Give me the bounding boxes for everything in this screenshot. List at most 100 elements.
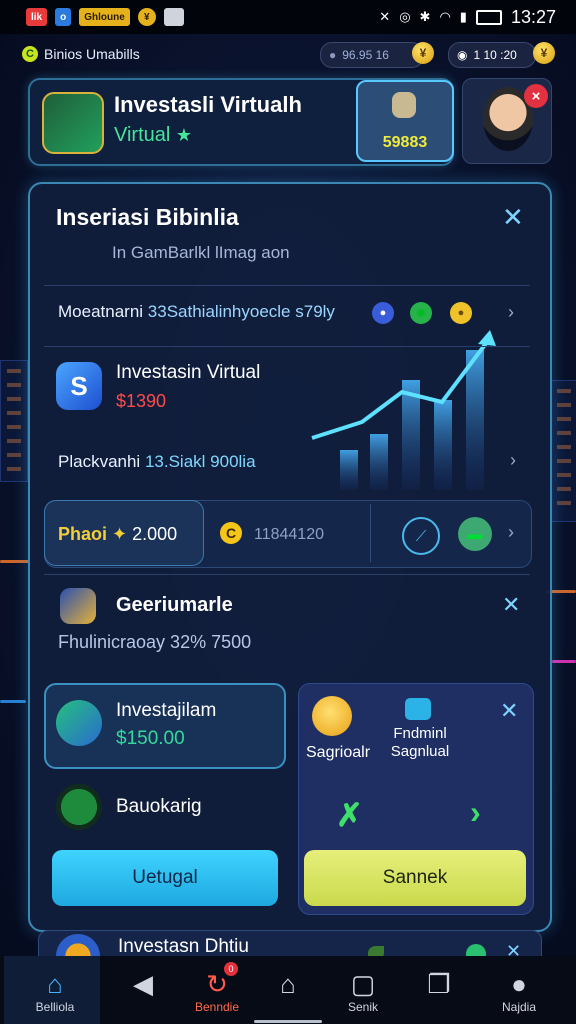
close-icon[interactable]: ✕ <box>502 594 520 616</box>
chart-bar <box>340 450 358 490</box>
home-indicator <box>254 1020 322 1023</box>
home-icon: ⌂ <box>47 968 63 999</box>
tab-phaoi-label: Phaoi ✦ 2.000 <box>58 524 177 545</box>
coin-icon: ● <box>450 302 472 324</box>
pin-icon: ✦ <box>112 524 128 544</box>
chart-bar <box>466 350 484 490</box>
panel-title: Inseriasi Bibinlia <box>56 204 239 230</box>
cash-icon[interactable]: ▬ <box>458 517 492 551</box>
coin-icon[interactable]: ¥ <box>412 42 434 64</box>
divider <box>44 346 530 347</box>
wifi-icon: ◠ <box>439 9 451 24</box>
investment-card-amount: $150.00 <box>116 728 185 749</box>
notification-badge: 0 <box>224 962 238 976</box>
next-card-title: Investasn Dhtiu <box>118 936 249 957</box>
portfolio-title[interactable]: Geeriumarle <box>116 594 233 617</box>
clock: 13:27 <box>510 6 556 27</box>
banking-title[interactable]: Bauokarig <box>116 796 202 818</box>
tab-divider <box>370 504 371 562</box>
nav-recents[interactable]: ❐ <box>394 956 484 1024</box>
notification-icon: ¥ <box>137 8 156 26</box>
investment-app-icon: S <box>56 362 102 410</box>
chart-bar <box>370 434 388 490</box>
info-row-3[interactable]: Plackvanhi 13.Siakl 900lia <box>58 452 256 472</box>
info-row-3-value: 13.Siakl 900lia <box>144 452 256 471</box>
divider <box>44 574 530 575</box>
investment-icon <box>56 700 102 746</box>
close-icon[interactable]: × <box>524 84 548 108</box>
gear-icon: ✹ <box>410 302 432 324</box>
nav-label: Senik <box>347 1000 379 1014</box>
chart-bar <box>434 400 452 490</box>
star-icon: ★ <box>175 125 193 145</box>
coin-icon[interactable]: ¥ <box>533 42 555 64</box>
panel-subtitle: In GamBarlkl lImag aon <box>112 243 290 262</box>
nav-item-home[interactable]: ⌂ Belliola <box>10 956 100 1024</box>
bag-icon <box>392 92 416 118</box>
info-row-1-value: 33Sathialinhyoecle s79ly <box>147 302 335 321</box>
app-name-button[interactable]: C Binios Umabills <box>16 40 154 68</box>
battery-icon <box>475 9 502 25</box>
coin-icon: C <box>220 522 242 544</box>
signal-icon: ▮ <box>459 9 467 24</box>
edit-icon[interactable]: ⟋ <box>402 517 440 555</box>
gallery-icon <box>163 8 184 26</box>
portfolio-icon <box>60 588 96 624</box>
notification-icon: Ghloune <box>79 8 130 26</box>
bank-icon <box>56 784 102 830</box>
nav-label: Benndie <box>194 1000 240 1014</box>
wallet-icon <box>42 92 104 154</box>
chart-trend-line <box>311 336 492 440</box>
option-a-label[interactable]: Sagrioalr <box>306 744 370 762</box>
shuffle-icon[interactable]: ✗ <box>336 796 363 834</box>
nav-label: Belliola <box>35 1000 75 1014</box>
timer-icon: ◉ <box>457 48 468 62</box>
background-building <box>550 380 576 522</box>
chevron-right-icon[interactable]: › <box>470 794 481 831</box>
chat-icon[interactable] <box>312 696 352 736</box>
timer-pill[interactable]: ◉ 1 10 :20 <box>448 42 536 68</box>
chevron-right-icon[interactable]: › <box>510 450 516 471</box>
notification-icon: lik <box>26 8 48 26</box>
tab-amount-label[interactable]: 11844120 <box>254 526 324 544</box>
close-icon[interactable]: ✕ <box>500 700 518 722</box>
tab-phaoi-value: 2.000 <box>132 524 178 544</box>
balance-value: 96.95 16 <box>342 48 389 62</box>
tab-phaoi-text: Phaoi <box>58 524 108 544</box>
investment-title[interactable]: Investasin Virtual <box>116 362 260 384</box>
notification-icon: o <box>55 8 72 26</box>
background-streak <box>0 560 30 563</box>
arrow-head-icon <box>478 330 496 346</box>
app-name: Binios Umabills <box>44 46 140 62</box>
investment-card-title: Investajilam <box>116 700 217 721</box>
nav-label: Najdia <box>501 1000 537 1014</box>
recent-apps-icon: ❐ <box>427 968 451 999</box>
primary-button[interactable]: Uetugal <box>52 850 278 906</box>
shield-icon: ● <box>372 302 394 324</box>
vibrate-icon: ✱ <box>419 9 431 24</box>
home-outline-icon: ⌂ <box>280 968 296 999</box>
app-logo-icon: C <box>22 46 38 62</box>
background-streak <box>0 700 26 703</box>
header-subtitle-text: Virtual <box>114 124 171 146</box>
investment-amount: $1390 <box>116 391 167 411</box>
info-row-3-label: Plackvanhi <box>58 452 141 471</box>
profile-icon: ● <box>511 968 527 999</box>
chevron-right-icon[interactable]: › <box>508 522 514 543</box>
chevron-right-icon[interactable]: › <box>508 302 514 323</box>
background-building <box>0 360 28 482</box>
balance-pill[interactable]: ● 96.95 16 <box>320 42 424 68</box>
info-row-1[interactable]: Moeatnarni 33Sathialinhyoecle s79ly <box>58 302 335 322</box>
reward-box[interactable]: 59883 <box>356 80 454 162</box>
info-row-1-label: Moeatnarni <box>58 302 144 321</box>
growth-chart <box>311 330 496 490</box>
option-b-label[interactable]: Fndminl Sagnlual <box>388 725 452 761</box>
back-icon: ◀ <box>133 968 153 999</box>
status-bar: lik o Ghloune ¥ ✕ ◎ ✱ ◠ ▮ 13:27 <box>0 0 576 34</box>
lock-icon[interactable] <box>405 698 431 720</box>
secondary-button[interactable]: Sannek <box>304 850 526 906</box>
close-icon[interactable]: ✕ <box>502 204 524 230</box>
nav-item-profile[interactable]: ● Najdia <box>474 956 564 1024</box>
header-subtitle: Virtual ★ <box>114 124 192 147</box>
header-title: Investasli Virtualh <box>114 92 302 117</box>
